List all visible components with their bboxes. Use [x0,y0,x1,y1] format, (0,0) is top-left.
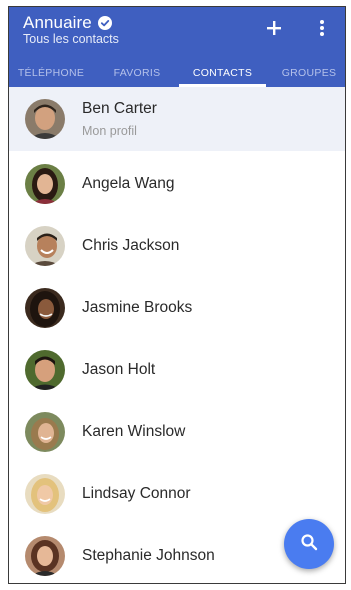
tab-bar: TÉLÉPHONE FAVORIS CONTACTS GROUPES [9,64,345,87]
tab-label: GROUPES [281,67,337,79]
search-fab-button[interactable] [284,519,334,569]
check-circle-icon [97,16,112,30]
avatar [25,536,65,576]
title-row[interactable]: Annuaire [23,13,112,33]
tab-favoris[interactable]: FAVORIS [95,64,179,87]
tab-label: FAVORIS [113,67,161,79]
contact-row[interactable]: Jasmine Brooks [9,277,345,339]
contact-row[interactable]: Karen Winslow [9,401,345,463]
contact-name: Jason Holt [82,361,156,378]
tab-groupes[interactable]: GROUPES [271,64,345,87]
app-subtitle: Tous les contacts [23,32,119,46]
contact-name: Jasmine Brooks [82,299,193,316]
plus-icon [266,20,282,41]
contact-row[interactable]: Jason Holt [9,339,345,401]
avatar [25,474,65,514]
tab-label: TÉLÉPHONE [17,67,85,79]
avatar [25,412,65,452]
avatar [25,164,65,204]
profile-name: Ben Carter [82,100,157,117]
contact-name: Karen Winslow [82,423,186,440]
app-title: Annuaire [23,13,92,32]
more-vert-icon [319,19,325,42]
avatar [25,350,65,390]
contact-row[interactable]: Chris Jackson [9,215,345,277]
contact-name: Stephanie Johnson [82,547,215,564]
app-bar: Annuaire Tous les contacts TÉLÉPHONE FAV… [9,7,345,87]
contact-name: Chris Jackson [82,237,180,254]
phone-screen: Annuaire Tous les contacts TÉLÉPHONE FAV… [8,6,346,584]
contact-row[interactable]: Lindsay Connor [9,463,345,525]
my-profile-row[interactable]: Ben Carter Mon profil [9,87,345,151]
avatar [25,99,65,139]
contact-name: Angela Wang [82,175,175,192]
contact-row[interactable]: Angela Wang [9,153,345,215]
tab-label: CONTACTS [192,67,253,79]
contact-name: Lindsay Connor [82,485,191,502]
avatar [25,288,65,328]
profile-subtitle: Mon profil [82,124,137,138]
avatar [25,226,65,266]
add-contact-button[interactable] [263,19,285,41]
overflow-menu-button[interactable] [313,19,331,41]
tab-telephone[interactable]: TÉLÉPHONE [9,64,93,87]
tab-contacts[interactable]: CONTACTS [179,64,266,87]
search-icon [300,533,318,556]
